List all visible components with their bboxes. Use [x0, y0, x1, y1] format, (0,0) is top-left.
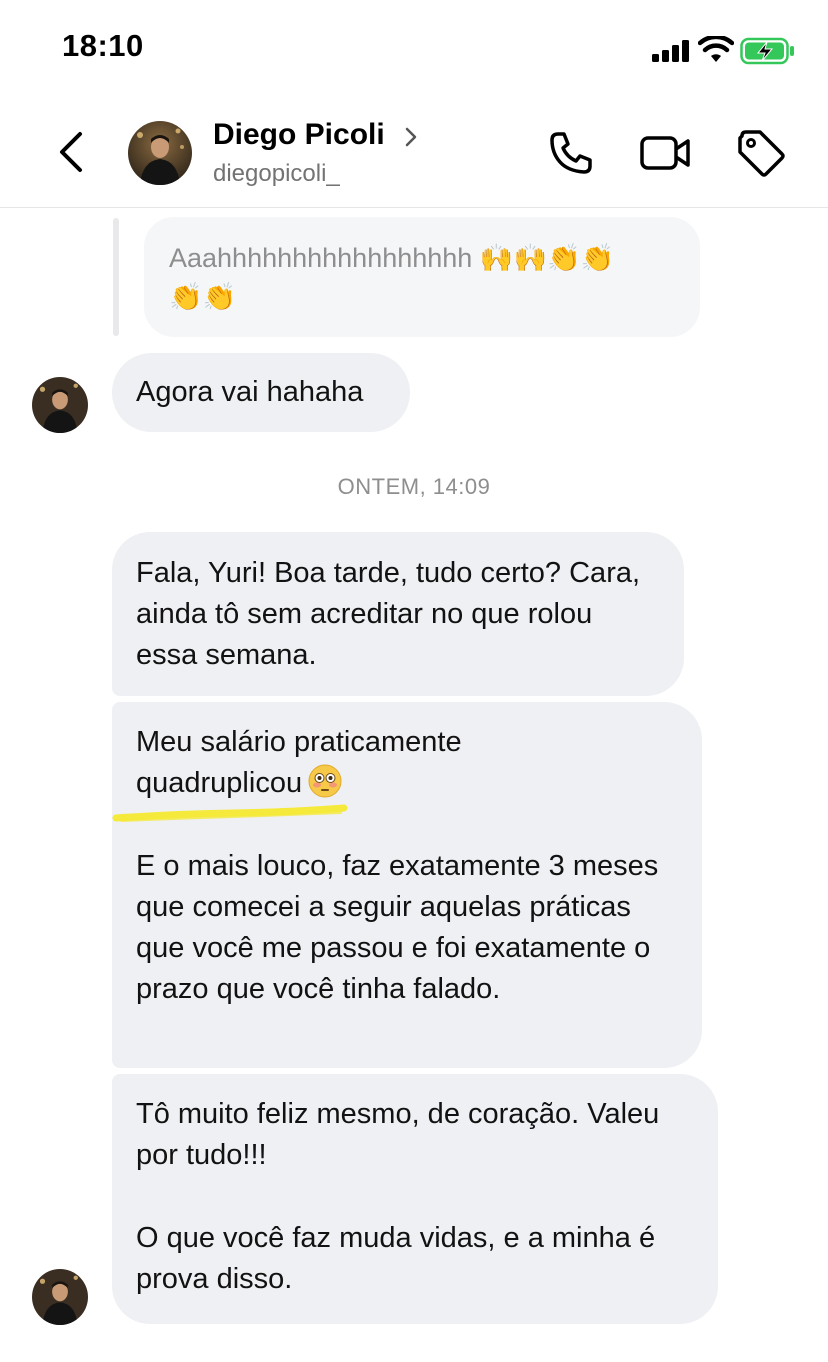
message-bubble[interactable]: Tô muito feliz mesmo, de coração. Valeu … — [112, 1074, 718, 1324]
highlight-underline — [112, 804, 348, 822]
sender-avatar[interactable] — [32, 377, 88, 433]
phone-icon[interactable] — [544, 126, 598, 180]
avatar-photo — [32, 377, 88, 433]
chevron-right-icon[interactable] — [402, 124, 420, 150]
message-text: E o mais louco, faz exatamente 3 meses q… — [136, 850, 659, 1005]
battery-charging-icon — [740, 37, 794, 65]
header-divider — [0, 207, 828, 208]
sender-avatar[interactable] — [32, 1269, 88, 1325]
quoted-message[interactable]: Aaahhhhhhhhhhhhhhhhh 🙌🙌👏👏 👏👏 — [144, 217, 700, 337]
video-call-icon[interactable] — [638, 126, 692, 180]
chat-timestamp: ONTEM, 14:09 — [337, 474, 491, 499]
message-bubble[interactable]: Agora vai hahaha — [112, 353, 410, 432]
message-bubble[interactable]: Fala, Yuri! Boa tarde, tudo certo? Cara,… — [112, 532, 684, 696]
message-text: Fala, Yuri! Boa tarde, tudo certo? Cara,… — [136, 557, 641, 671]
message-text: Tô muito feliz mesmo, de coração. Valeu … — [136, 1098, 660, 1171]
back-chevron-icon[interactable] — [52, 128, 92, 176]
message-text-highlighted: quadruplicou — [136, 767, 303, 799]
message-bubble[interactable]: Meu salário praticamente quadruplicou E … — [112, 702, 702, 1068]
flushed-face-emoji-icon — [308, 764, 342, 798]
message-text-line: Meu salário praticamente — [136, 726, 462, 758]
contact-handle: diegopicoli_ — [213, 160, 340, 187]
contact-avatar[interactable] — [128, 121, 192, 185]
wifi-icon — [698, 36, 734, 62]
message-text: Agora vai hahaha — [136, 376, 364, 408]
quoted-emoji-line1: 🙌🙌👏👏 — [479, 243, 615, 274]
quoted-emoji-line2: 👏👏 — [169, 282, 237, 313]
contact-name[interactable]: Diego Picoli — [213, 118, 385, 152]
status-time: 18:10 — [62, 28, 144, 63]
message-text: O que você faz muda vidas, e a minha é p… — [136, 1222, 656, 1295]
avatar-photo — [128, 121, 192, 185]
tag-icon[interactable] — [734, 126, 788, 180]
quoted-text: Aaahhhhhhhhhhhhhhhhh — [169, 243, 473, 273]
cellular-signal-icon — [652, 40, 689, 62]
avatar-photo — [32, 1269, 88, 1325]
reply-indicator-bar — [113, 218, 119, 336]
